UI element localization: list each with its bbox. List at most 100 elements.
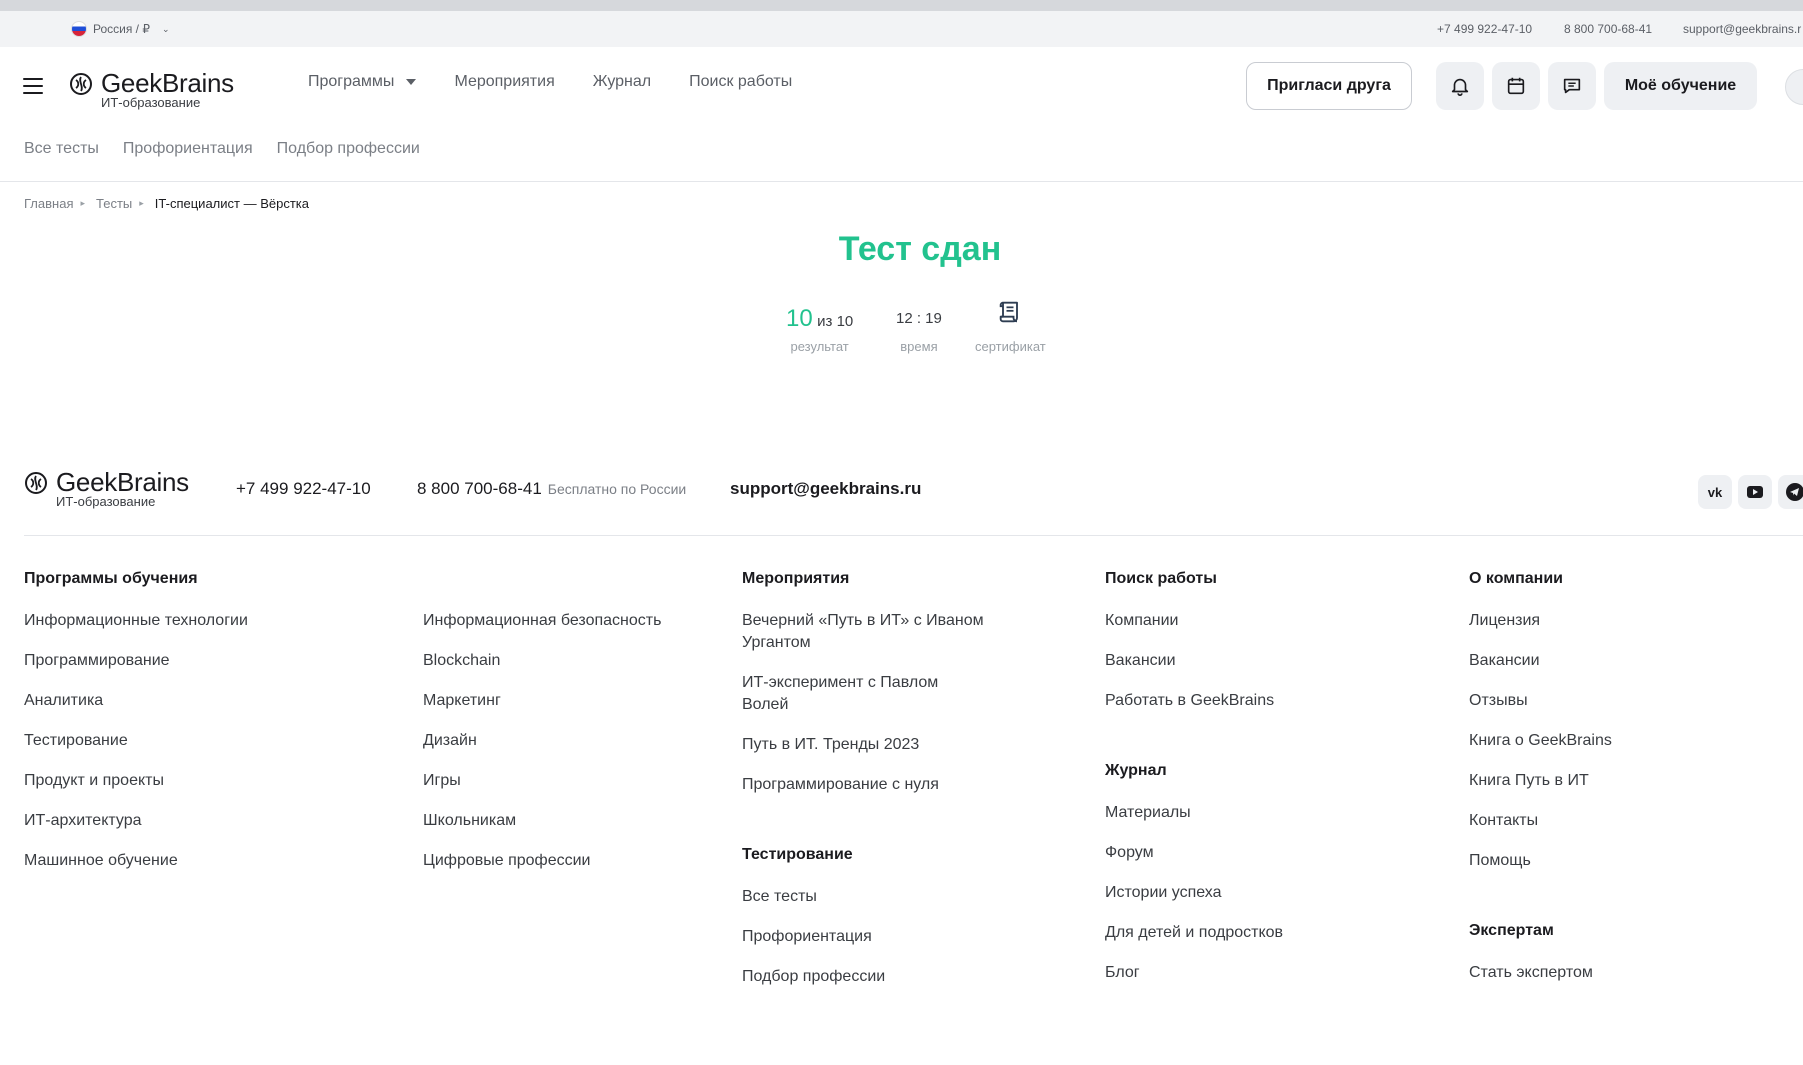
nav-job-search[interactable]: Поиск работы bbox=[689, 73, 792, 91]
youtube-button[interactable] bbox=[1738, 475, 1772, 509]
footer-link-program[interactable]: Игры bbox=[423, 770, 723, 792]
top-phone-1[interactable]: +7 499 922-47-10 bbox=[1437, 22, 1532, 36]
footer-phone-1[interactable]: +7 499 922-47-10 bbox=[236, 479, 371, 499]
footer-link-program[interactable]: Тестирование bbox=[24, 730, 404, 752]
footer-link-testing[interactable]: Все тесты bbox=[742, 886, 992, 908]
footer-link-program[interactable]: Машинное обучение bbox=[24, 850, 404, 872]
footer-link-event[interactable]: Программирование с нуля bbox=[742, 774, 987, 796]
header-divider bbox=[0, 181, 1803, 182]
footer-link-journal[interactable]: Блог bbox=[1105, 962, 1405, 984]
footer-link-program[interactable]: Blockchain bbox=[423, 650, 723, 672]
footer-contacts: GeekBrains ИТ-образование +7 499 922-47-… bbox=[24, 467, 1803, 527]
geekbrains-logo-icon bbox=[70, 73, 92, 95]
main-header: GeekBrains ИТ-образование Программы Меро… bbox=[0, 47, 1803, 127]
footer-programs-list-2: Информационная безопасность Blockchain Мар… bbox=[423, 610, 723, 872]
top-support-email[interactable]: support@geekbrains.r bbox=[1683, 22, 1801, 36]
time-stat: 12 : 19 время bbox=[896, 305, 942, 354]
certificate-icon bbox=[1000, 301, 1019, 323]
footer-testing-list: Все тесты Профориентация Подбор профессии bbox=[742, 886, 992, 988]
footer-jobs-title: Поиск работы bbox=[1105, 570, 1217, 587]
certificate-label: сертификат bbox=[975, 339, 1046, 354]
score-total: из 10 bbox=[817, 313, 854, 330]
footer-link-program[interactable]: Цифровые профессии bbox=[423, 850, 723, 872]
nav-journal-label: Журнал bbox=[592, 73, 652, 90]
chevron-down-icon: ⌄ bbox=[162, 23, 170, 34]
messages-button[interactable] bbox=[1548, 62, 1596, 110]
top-utility-bar: Россия / ₽ ⌄ +7 499 922-47-10 8 800 700-… bbox=[0, 11, 1803, 47]
calendar-button[interactable] bbox=[1492, 62, 1540, 110]
footer-programs: Программы обучения Информационные технол… bbox=[24, 568, 404, 890]
menu-burger-icon[interactable] bbox=[23, 78, 43, 94]
footer-link-company[interactable]: Книга о GeekBrains bbox=[1469, 730, 1769, 752]
certificate-stat[interactable]: сертификат bbox=[975, 298, 1046, 354]
footer-link-journal[interactable]: Для детей и подростков bbox=[1105, 922, 1405, 944]
footer-link-company[interactable]: Контакты bbox=[1469, 810, 1769, 832]
footer-link-company[interactable]: Книга Путь в ИТ bbox=[1469, 770, 1769, 792]
footer-link-journal[interactable]: Материалы bbox=[1105, 802, 1405, 824]
footer-link-jobs[interactable]: Компании bbox=[1105, 610, 1405, 632]
footer-link-event[interactable]: Вечерний «Путь в ИТ» с Иваном Ургантом bbox=[742, 610, 987, 654]
telegram-icon bbox=[1786, 483, 1803, 501]
breadcrumb-current: IT-специалист — Вёрстка bbox=[154, 196, 309, 211]
footer-link-program[interactable]: Маркетинг bbox=[423, 690, 723, 712]
invite-friend-button[interactable]: Пригласи друга bbox=[1246, 62, 1412, 110]
my-learning-button[interactable]: Моё обучение bbox=[1604, 62, 1757, 110]
footer-link-program[interactable]: Школьникам bbox=[423, 810, 723, 832]
vk-button[interactable]: vk bbox=[1698, 475, 1732, 509]
footer-company: О компании Лицензия Вакансии Отзывы Книга о… bbox=[1469, 568, 1769, 1002]
breadcrumb-separator-icon: ▸ bbox=[80, 198, 86, 208]
nav-programs[interactable]: Программы bbox=[308, 73, 417, 91]
nav-events[interactable]: Мероприятия bbox=[454, 73, 554, 91]
footer-link-journal[interactable]: Форум bbox=[1105, 842, 1405, 864]
notifications-button[interactable] bbox=[1436, 62, 1484, 110]
subnav-career-guidance[interactable]: Профориентация bbox=[123, 140, 253, 158]
breadcrumb-tests[interactable]: Тесты bbox=[96, 196, 132, 211]
footer-link-program[interactable]: Продукт и проекты bbox=[24, 770, 404, 792]
subnav-profession-match[interactable]: Подбор профессии bbox=[277, 140, 420, 158]
footer-link-company[interactable]: Отзывы bbox=[1469, 690, 1769, 712]
footer-link-event[interactable]: Путь в ИТ. Тренды 2023 bbox=[742, 734, 987, 756]
footer-phone-2[interactable]: 8 800 700-68-41 bbox=[417, 479, 542, 498]
footer-link-testing[interactable]: Подбор профессии bbox=[742, 966, 992, 988]
footer-divider bbox=[24, 535, 1803, 536]
chat-icon bbox=[1563, 78, 1581, 94]
footer-link-journal[interactable]: Истории успеха bbox=[1105, 882, 1405, 904]
avatar[interactable] bbox=[1785, 69, 1803, 105]
tests-subnav: Все тесты Профориентация Подбор професси… bbox=[24, 140, 420, 158]
nav-job-search-label: Поиск работы bbox=[689, 73, 793, 90]
footer-link-jobs[interactable]: Работать в GeekBrains bbox=[1105, 690, 1405, 712]
subnav-all-tests[interactable]: Все тесты bbox=[24, 140, 99, 158]
footer-support-email[interactable]: support@geekbrains.ru bbox=[730, 479, 921, 499]
footer-link-testing[interactable]: Профориентация bbox=[742, 926, 992, 948]
footer-link-program[interactable]: Информационная безопасность bbox=[423, 610, 723, 632]
top-phone-2[interactable]: 8 800 700-68-41 bbox=[1564, 22, 1652, 36]
footer-link-program[interactable]: ИТ-архитектура bbox=[24, 810, 404, 832]
footer-link-program[interactable]: Информационные технологии bbox=[24, 610, 404, 632]
brand-name: GeekBrains bbox=[101, 68, 234, 98]
footer-events: Мероприятия Вечерний «Путь в ИТ» с Ивано… bbox=[742, 568, 992, 1006]
time-label: время bbox=[900, 339, 938, 354]
footer-link-experts[interactable]: Стать экспертом bbox=[1469, 962, 1769, 984]
footer-link-company[interactable]: Помощь bbox=[1469, 850, 1769, 872]
nav-journal[interactable]: Журнал bbox=[593, 73, 651, 91]
footer-link-company[interactable]: Вакансии bbox=[1469, 650, 1769, 672]
footer-link-program[interactable]: Аналитика bbox=[24, 690, 404, 712]
region-selector[interactable]: Россия / ₽ ⌄ bbox=[71, 21, 170, 37]
footer-link-jobs[interactable]: Вакансии bbox=[1105, 650, 1405, 672]
footer-testing-title: Тестирование bbox=[742, 846, 853, 863]
score-stat: 10 из 10 результат bbox=[786, 305, 853, 354]
footer-logo[interactable]: GeekBrains ИТ-образование bbox=[24, 469, 189, 509]
footer-link-program[interactable]: Дизайн bbox=[423, 730, 723, 752]
nav-events-label: Мероприятия bbox=[454, 73, 555, 90]
footer-link-event[interactable]: ИТ-эксперимент с Павлом Волей bbox=[742, 672, 987, 716]
footer-journal-list: Материалы Форум Истории успеха Для детей и … bbox=[1105, 802, 1405, 984]
footer-link-program[interactable]: Программирование bbox=[24, 650, 404, 672]
nav-programs-label: Программы bbox=[308, 73, 395, 90]
telegram-button[interactable] bbox=[1778, 475, 1803, 509]
logo[interactable]: GeekBrains ИТ-образование bbox=[69, 70, 234, 110]
breadcrumb-home[interactable]: Главная bbox=[24, 196, 73, 211]
bell-icon bbox=[1451, 78, 1469, 96]
geekbrains-logo-icon bbox=[25, 472, 47, 494]
youtube-icon bbox=[1747, 486, 1763, 498]
footer-link-company[interactable]: Лицензия bbox=[1469, 610, 1769, 632]
